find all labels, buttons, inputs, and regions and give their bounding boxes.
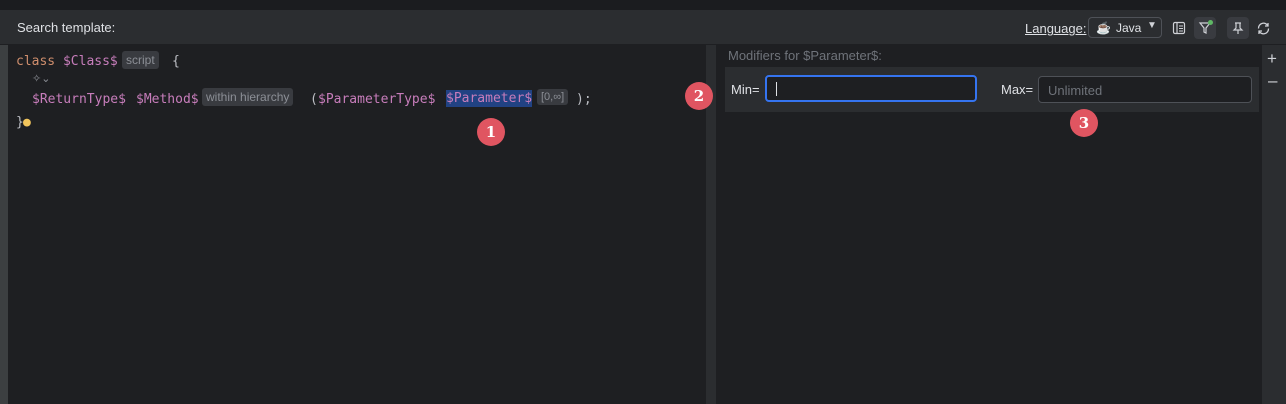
pin-icon[interactable] [1227, 17, 1249, 39]
max-input[interactable]: Unlimited [1038, 76, 1252, 103]
method-variable[interactable]: $Method$ [136, 92, 199, 107]
editor-line-1: class $Class$ [16, 54, 118, 69]
modifiers-title: Modifiers for $Parameter$: [728, 48, 882, 63]
java-cup-icon: ☕ [1096, 21, 1111, 35]
max-label: Max= [1001, 82, 1034, 97]
modifiers-panel: Modifiers for $Parameter$: Min= Max= Unl… [716, 45, 1262, 404]
refresh-icon[interactable] [1252, 17, 1274, 39]
script-filter-tag[interactable]: script [122, 51, 159, 69]
lightbulb-icon[interactable]: ● [23, 115, 31, 130]
language-dropdown[interactable]: ☕ Java ▼ [1088, 17, 1162, 38]
keyword-class: class [16, 54, 56, 69]
min-label: Min= [731, 82, 760, 97]
close-paren: ); [576, 92, 592, 107]
filter-active-dot [1208, 20, 1213, 25]
parameter-type-variable[interactable]: $ParameterType$ [318, 92, 435, 107]
plus-icon[interactable]: + [1267, 49, 1277, 69]
callout-badge-2: 2 [685, 82, 713, 110]
window-top-strip [0, 0, 1286, 11]
search-template-title: Search template: [17, 20, 116, 35]
chevron-down-icon: ▼ [1147, 20, 1157, 31]
filter-icon[interactable] [1194, 17, 1216, 39]
template-editor[interactable]: class $Class$ script { ✧⌄ $ReturnType$ $… [8, 45, 706, 404]
right-toolbar: + – [1262, 45, 1286, 404]
open-brace: { [172, 54, 180, 69]
callout-badge-1: 1 [477, 118, 505, 146]
left-gutter-strip [0, 45, 8, 404]
open-paren: ( [310, 92, 318, 107]
min-input[interactable] [765, 75, 977, 102]
within-hierarchy-tag[interactable]: within hierarchy [202, 88, 294, 106]
text-caret [776, 82, 777, 96]
language-value: Java [1116, 21, 1142, 35]
callout-badge-3: 3 [1070, 109, 1098, 137]
minus-icon[interactable]: – [1268, 71, 1277, 91]
search-template-header: Search template: Language: ☕ Java ▼ [0, 11, 1286, 45]
panel-icon[interactable] [1168, 17, 1190, 39]
count-modifier-row: Min= Max= Unlimited [725, 67, 1259, 112]
parameter-variable-selected[interactable]: $Parameter$ [446, 90, 533, 107]
fold-icon[interactable]: ✧⌄ [32, 72, 50, 85]
parameter-count-tag[interactable]: [0,∞] [537, 89, 569, 105]
class-variable[interactable]: $Class$ [63, 54, 118, 69]
return-type-variable[interactable]: $ReturnType$ [32, 92, 126, 107]
language-label: Language: [1025, 21, 1087, 36]
